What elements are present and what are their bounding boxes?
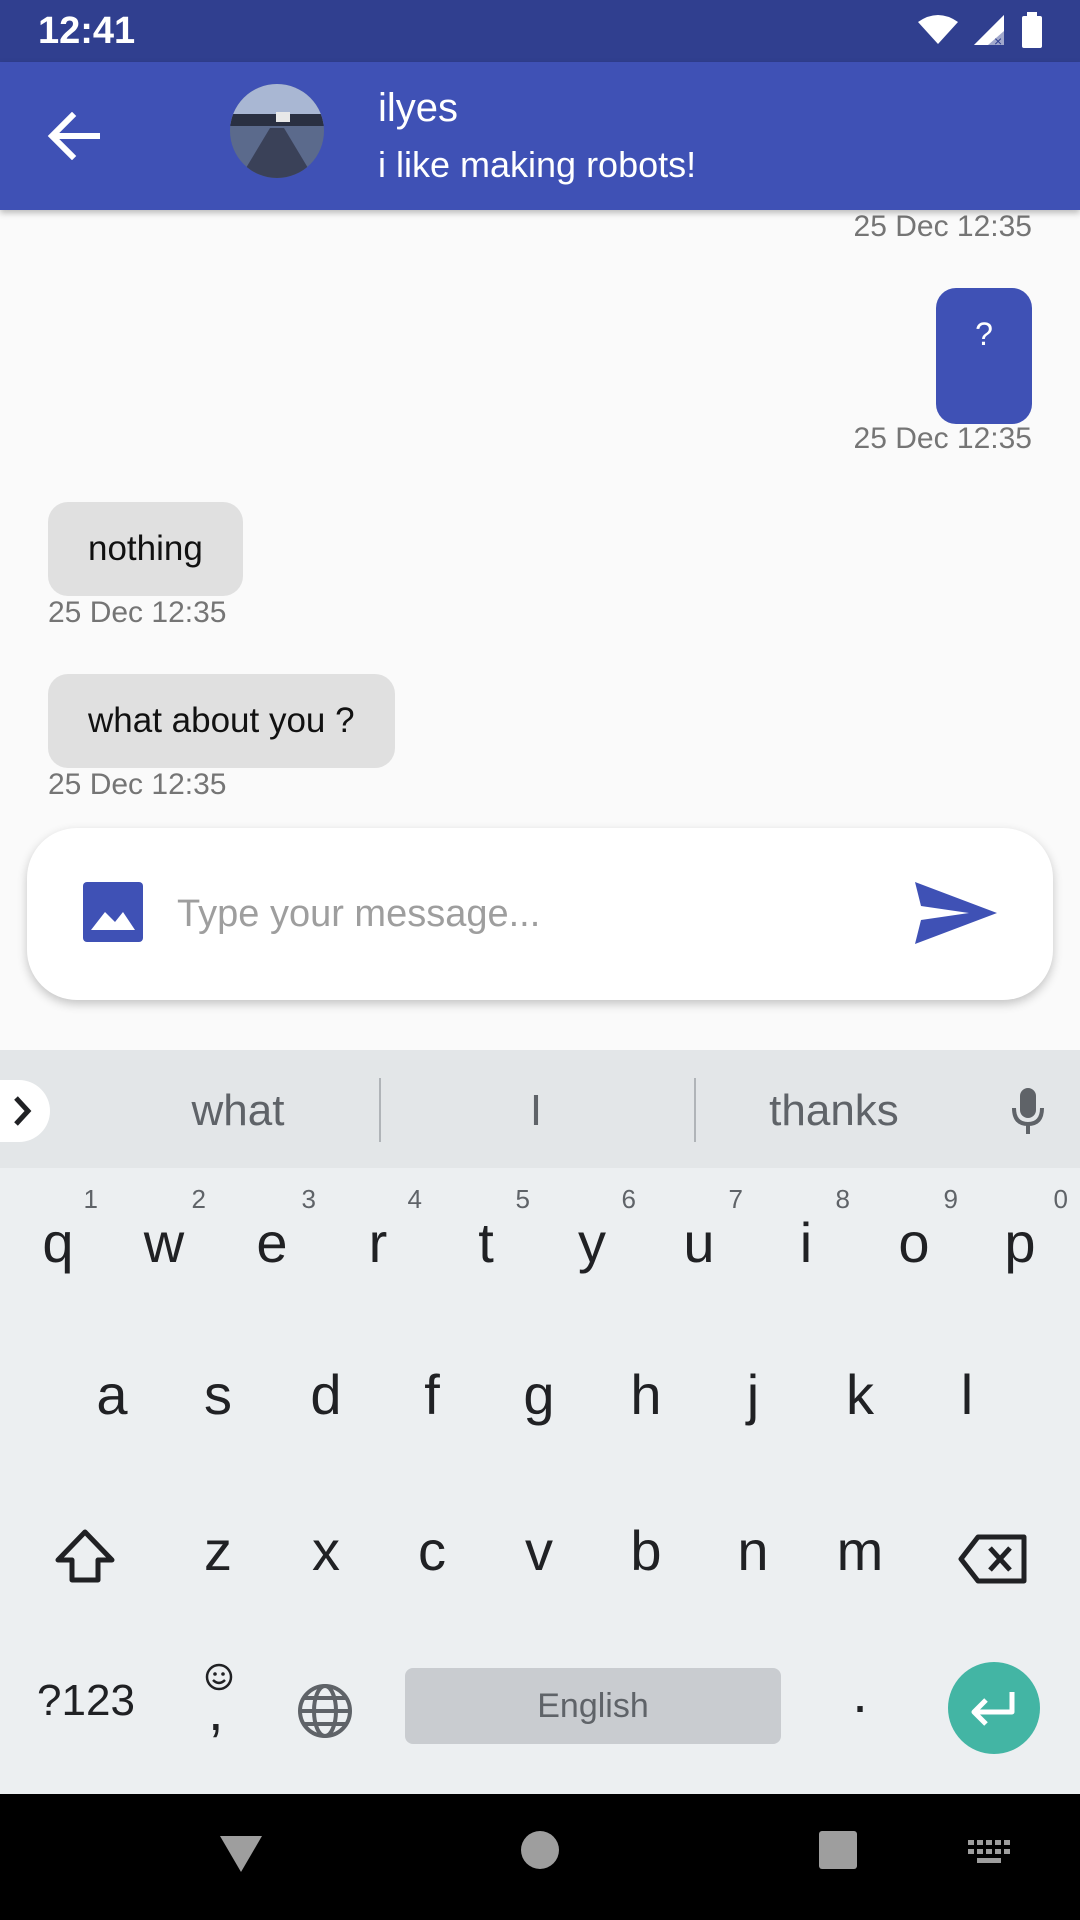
key-y[interactable]: y6: [556, 1184, 636, 1275]
key-label: r: [368, 1211, 388, 1274]
message-timestamp: 25 Dec 12:35: [853, 210, 1032, 243]
symbols-key[interactable]: ?123: [26, 1676, 146, 1726]
keyboard-switch-icon[interactable]: [968, 1840, 1012, 1866]
battery-icon: [1022, 12, 1042, 48]
message-timestamp: 25 Dec 12:35: [853, 422, 1032, 455]
comma-label: ,: [208, 1679, 224, 1742]
incoming-message-bubble[interactable]: what about you ?: [48, 674, 395, 768]
key-label: p: [1004, 1211, 1036, 1274]
key-t[interactable]: t5: [450, 1184, 530, 1275]
key-z[interactable]: z: [182, 1518, 254, 1583]
suggestion-strip: what I thanks: [0, 1050, 1080, 1168]
svg-text:×: ×: [994, 33, 1002, 47]
globe-icon[interactable]: [296, 1682, 354, 1740]
key-hint: 4: [407, 1184, 422, 1214]
key-hint: 7: [728, 1184, 743, 1214]
send-icon[interactable]: [911, 878, 1001, 948]
key-c[interactable]: c: [396, 1518, 468, 1583]
nav-home-icon[interactable]: [520, 1830, 560, 1870]
suggestion-word[interactable]: what: [113, 1086, 363, 1136]
enter-icon: [971, 1692, 1015, 1726]
key-hint: 2: [191, 1184, 206, 1214]
app-bar: ilyes i like making robots!: [0, 62, 1080, 210]
key-r[interactable]: r4: [342, 1184, 422, 1275]
shift-icon[interactable]: [54, 1528, 116, 1584]
key-a[interactable]: a: [76, 1362, 148, 1427]
enter-button[interactable]: [948, 1662, 1040, 1754]
soft-keyboard: what I thanks q1 w2 e3 r4 t5 y6 u7 i8 o9…: [0, 1050, 1080, 1794]
message-input[interactable]: [177, 872, 897, 956]
key-label: o: [898, 1211, 930, 1274]
suggestion-word[interactable]: I: [411, 1086, 661, 1136]
key-label: i: [799, 1211, 813, 1274]
suggestion-word[interactable]: thanks: [709, 1086, 959, 1136]
comma-emoji-key[interactable]: ,: [196, 1662, 240, 1750]
key-label: y: [578, 1211, 606, 1274]
key-n[interactable]: n: [717, 1518, 789, 1583]
avatar-image: [230, 84, 324, 178]
period-key[interactable]: .: [842, 1660, 878, 1725]
spacebar[interactable]: English: [405, 1668, 781, 1744]
key-label: w: [143, 1211, 185, 1274]
backspace-icon[interactable]: [958, 1534, 1028, 1584]
suggestion-divider: [379, 1078, 381, 1142]
key-label: q: [42, 1211, 74, 1274]
microphone-icon[interactable]: [1008, 1086, 1048, 1136]
back-arrow-icon[interactable]: [46, 112, 100, 160]
key-g[interactable]: g: [503, 1362, 575, 1427]
message-composer: [27, 828, 1053, 1000]
message-timestamp: 25 Dec 12:35: [48, 596, 227, 629]
key-w[interactable]: w2: [128, 1184, 206, 1275]
chevron-right-icon: [14, 1096, 32, 1126]
key-q[interactable]: q1: [22, 1184, 98, 1275]
key-v[interactable]: v: [503, 1518, 575, 1583]
wifi-icon: [918, 15, 958, 44]
contact-name: ilyes: [378, 86, 459, 130]
system-nav-bar: [0, 1794, 1080, 1920]
key-s[interactable]: s: [182, 1362, 254, 1427]
key-label: e: [256, 1211, 288, 1274]
key-h[interactable]: h: [610, 1362, 682, 1427]
key-x[interactable]: x: [290, 1518, 362, 1583]
status-icons: ×: [918, 12, 1044, 48]
key-d[interactable]: d: [290, 1362, 362, 1427]
key-hint: 5: [515, 1184, 530, 1214]
key-hint: 9: [943, 1184, 958, 1214]
key-f[interactable]: f: [396, 1362, 468, 1427]
key-e[interactable]: e3: [236, 1184, 316, 1275]
nav-recents-icon[interactable]: [818, 1830, 858, 1870]
key-l[interactable]: l: [931, 1362, 1003, 1427]
key-hint: 0: [1053, 1184, 1068, 1214]
key-k[interactable]: k: [824, 1362, 896, 1427]
key-hint: 6: [621, 1184, 636, 1214]
key-label: t: [478, 1211, 494, 1274]
key-o[interactable]: o9: [878, 1184, 958, 1275]
message-timestamp: 25 Dec 12:35: [48, 768, 227, 801]
image-attach-icon[interactable]: [83, 882, 143, 942]
contact-status: i like making robots!: [378, 144, 697, 185]
key-j[interactable]: j: [717, 1362, 789, 1427]
key-b[interactable]: b: [610, 1518, 682, 1583]
key-hint: 3: [301, 1184, 316, 1214]
status-bar: 12:41 ×: [0, 0, 1080, 62]
nav-back-icon[interactable]: [218, 1830, 264, 1876]
key-hint: 8: [835, 1184, 850, 1214]
key-label: u: [683, 1211, 715, 1274]
key-m[interactable]: m: [824, 1518, 896, 1583]
signal-icon: ×: [974, 15, 1004, 47]
key-i[interactable]: i8: [770, 1184, 850, 1275]
key-u[interactable]: u7: [663, 1184, 743, 1275]
status-time: 12:41: [38, 10, 136, 52]
suggestion-divider: [694, 1078, 696, 1142]
key-p[interactable]: p0: [984, 1184, 1068, 1275]
outgoing-message-bubble[interactable]: ?: [936, 288, 1032, 424]
expand-toolbar-button[interactable]: [0, 1080, 50, 1142]
avatar[interactable]: [230, 84, 324, 178]
key-hint: 1: [83, 1184, 98, 1214]
incoming-message-bubble[interactable]: nothing: [48, 502, 243, 596]
